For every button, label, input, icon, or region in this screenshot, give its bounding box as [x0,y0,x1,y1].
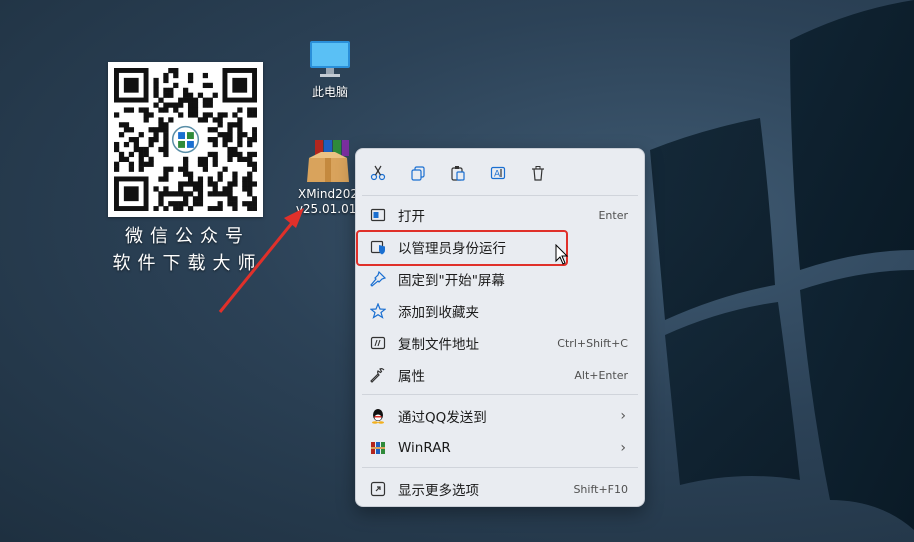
cut-icon[interactable] [366,161,390,185]
menu-item-label: 复制文件地址 [398,337,479,353]
star-icon [370,303,386,319]
menu-separator [362,195,638,196]
menu-separator [362,394,638,395]
rename-icon[interactable]: A [486,161,510,185]
menu-item-shortcut: Alt+Enter [574,368,628,382]
menu-item-open[interactable]: 打开 Enter [360,200,640,230]
menu-item-label: 通过QQ发送到 [398,410,487,426]
delete-icon[interactable] [526,161,550,185]
menu-item-copy-path[interactable]: 复制文件地址 Ctrl+Shift+C [360,328,640,358]
menu-item-label: 显示更多选项 [398,483,479,499]
menu-item-winrar[interactable]: WinRAR › [360,433,640,463]
copy-icon[interactable] [406,161,430,185]
wrench-icon [370,367,386,383]
chevron-right-icon: › [620,440,626,456]
menu-item-pin-to-start[interactable]: 固定到"开始"屏幕 [360,264,640,294]
context-menu-toolbar: A [356,149,644,195]
menu-item-add-to-favorites[interactable]: 添加到收藏夹 [360,296,640,326]
menu-separator [362,467,638,468]
pin-icon [370,271,386,287]
menu-item-label: 打开 [398,209,425,225]
paste-icon[interactable] [446,161,470,185]
menu-item-show-more-options[interactable]: 显示更多选项 Shift+F10 [360,474,640,504]
copy-path-icon [370,335,386,351]
open-icon [370,207,386,223]
menu-item-label: 属性 [398,369,425,385]
winrar-icon [370,440,386,456]
menu-item-label: 固定到"开始"屏幕 [398,273,505,289]
menu-item-label: 添加到收藏夹 [398,305,479,321]
menu-item-shortcut: Shift+F10 [573,482,628,496]
mouse-cursor-icon [555,244,569,265]
chevron-right-icon: › [620,408,626,424]
menu-item-shortcut: Enter [598,208,628,222]
svg-text:A: A [494,170,501,180]
highlight-box-annotation [356,230,568,266]
menu-item-send-via-qq[interactable]: 通过QQ发送到 › [360,401,640,431]
menu-item-label: WinRAR [398,440,451,456]
menu-item-shortcut: Ctrl+Shift+C [557,336,628,350]
context-menu: A 打开 Enter 以管理员身份运行 固定到"开始"屏幕 添加到收藏夹 复制文… [355,148,645,507]
menu-item-properties[interactable]: 属性 Alt+Enter [360,360,640,390]
more-options-icon [370,481,386,497]
qq-icon [370,408,386,424]
